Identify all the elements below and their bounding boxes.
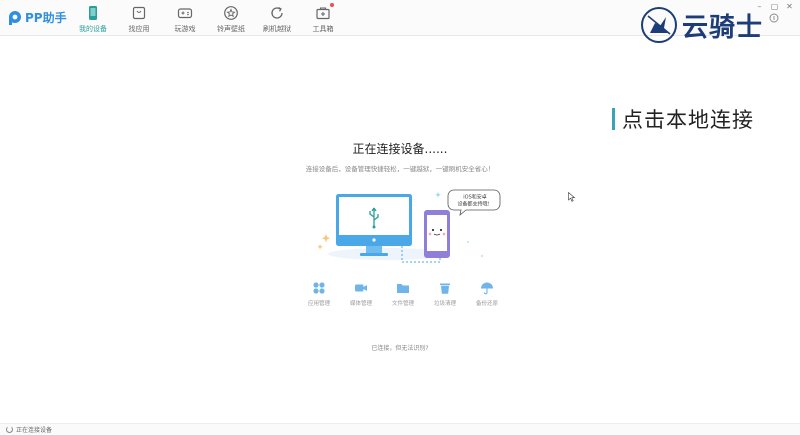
info-icon	[769, 13, 779, 23]
refresh-icon	[271, 6, 283, 19]
feature-file-management[interactable]: 文件管理	[382, 281, 424, 307]
nav-find-apps[interactable]: 找应用	[116, 3, 162, 34]
banner-text: 点击本地连接	[622, 108, 754, 132]
gamepad-icon	[177, 8, 193, 19]
knight-emblem-icon	[641, 7, 677, 43]
bubble-line-2: 设备都支持哦！	[457, 201, 492, 208]
connect-title: 正在连接设备......	[352, 142, 448, 156]
nav-toolbox[interactable]: 工具箱	[300, 3, 346, 34]
connect-subtitle: 连接设备后，设备管理快捷轻松，一键越狱，一键刷机安全省心！	[305, 165, 495, 173]
umbrella-icon	[481, 282, 493, 295]
feature-backup-restore[interactable]: 备份还原	[466, 281, 508, 307]
help-prefix: 已连接，	[371, 345, 396, 352]
smartphone-icon	[424, 210, 450, 258]
local-connect-banner[interactable]: 点击本地连接	[612, 104, 754, 134]
speech-bubble: iOS和安卓 设备都支持哦！	[447, 189, 501, 217]
feature-shortcuts: 应用管理 媒体管理 文件管理 垃圾清理 备份还原	[298, 281, 508, 307]
feature-junk-cleanup[interactable]: 垃圾清理	[424, 281, 466, 307]
help-text: 已连接，但无法识别?	[0, 343, 800, 352]
nav-flash-jailbreak[interactable]: 刷机越狱	[254, 3, 300, 34]
app-icon	[132, 6, 146, 20]
pp-logo-icon	[9, 10, 21, 25]
watermark: 云骑士	[640, 4, 790, 46]
status-bar: 正在连接设备	[0, 423, 800, 435]
grid-icon	[313, 282, 325, 294]
star-icon	[224, 6, 238, 20]
video-icon	[355, 284, 367, 292]
folder-icon	[397, 284, 409, 293]
trash-icon	[440, 283, 450, 294]
nav-ringtones-wallpaper[interactable]: 铃声壁纸	[208, 3, 254, 34]
main-nav: 我的设备 找应用 玩游戏 铃声壁纸 刷机越狱 工具箱	[70, 3, 346, 34]
toolbox-icon	[316, 7, 330, 20]
bubble-line-1: iOS和安卓	[463, 194, 487, 201]
monitor-icon	[336, 194, 412, 256]
feature-media-management[interactable]: 媒体管理	[340, 281, 382, 307]
status-text: 正在连接设备	[16, 427, 53, 434]
notification-badge	[330, 3, 334, 7]
loading-spinner-icon	[6, 426, 13, 433]
app-logo: PP助手	[8, 9, 67, 26]
phone-icon	[89, 6, 97, 20]
connect-illustration: iOS和安卓 设备都支持哦！	[318, 189, 501, 263]
nav-my-device[interactable]: 我的设备	[70, 3, 116, 34]
feature-app-management[interactable]: 应用管理	[298, 281, 340, 307]
watermark-text: 云骑士	[682, 12, 764, 43]
mouse-cursor-icon	[568, 192, 576, 202]
banner-accent-bar	[612, 108, 615, 130]
cannot-recognize-link[interactable]: 但无法识别?	[395, 345, 428, 352]
nav-play-games[interactable]: 玩游戏	[162, 3, 208, 34]
app-name: PP助手	[25, 11, 67, 25]
